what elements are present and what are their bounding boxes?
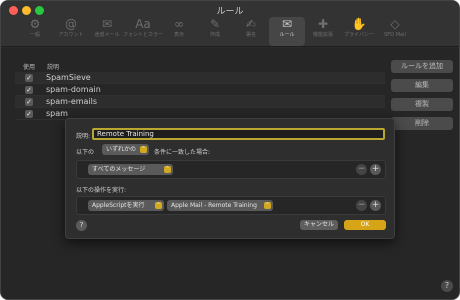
toolbar-item-font[interactable]: Aa フォントとカラー — [123, 17, 164, 46]
rules-list: ✓ SpamSieve ✓ spam-domain ✓ spam-emails ✓ spam — [15, 72, 385, 120]
toolbar-item-rules[interactable]: ✉ ルール — [269, 17, 305, 46]
rules-icon: ✉ — [281, 17, 293, 31]
action-type-select-value: AppleScriptを実行 — [92, 202, 145, 209]
edit-rule-button[interactable]: 編集 — [391, 79, 453, 92]
toolbar-item-label: ルール — [279, 32, 295, 38]
toolbar-item-glasses[interactable]: ∞ 表示 — [161, 17, 197, 46]
condition-suffix-label: 条件に一致した場合: — [154, 149, 211, 156]
condition-select-value: すべてのメッセージ — [92, 166, 146, 173]
actions-box: AppleScriptを実行 ⌃ Apple Mail - Remote Tra… — [76, 196, 386, 215]
cancel-button[interactable]: キャンセル — [300, 220, 338, 230]
glasses-icon: ∞ — [174, 17, 184, 31]
action-type-select[interactable]: AppleScriptを実行 ⌃ — [88, 200, 164, 211]
titlebar: ルール ⚙ 一般 @ アカウント ✉ 迷惑メール Aa フォントとカラー ∞ 表示 ✎ 作成 ✍ 署名 ✉ ル… — [1, 1, 459, 47]
preferences-toolbar: ⚙ 一般 @ アカウント ✉ 迷惑メール Aa フォントとカラー ∞ 表示 ✎ 作成 ✍ 署名 ✉ ルール ✚ 機… — [17, 17, 413, 47]
remove-rule-button[interactable]: 削除 — [391, 117, 453, 130]
any-all-select[interactable]: いずれかの ⌃ — [102, 144, 149, 155]
privacy-icon: ✋ — [351, 17, 367, 31]
condition-prefix-label: 以下の — [76, 149, 95, 156]
rule-name: spam-emails — [46, 97, 98, 106]
toolbar-item-compose[interactable]: ✎ 作成 — [197, 17, 233, 46]
toolbar-item-label: 一般 — [29, 32, 40, 38]
any-all-select-value: いずれかの — [106, 146, 137, 153]
toolbar-item-signature[interactable]: ✍ 署名 — [233, 17, 269, 46]
add-rule-button[interactable]: ルールを追加 — [391, 60, 453, 73]
rule-row[interactable]: ✓ spam-emails — [15, 96, 385, 108]
toolbar-item-label: SFO Mail — [384, 32, 406, 38]
toolbar-item-label: フォントとカラー — [123, 32, 164, 38]
toolbar-item-label: 署名 — [245, 32, 256, 38]
toolbar-item-at[interactable]: @ アカウント — [53, 17, 89, 46]
rule-editor-sheet: 説明: 以下の いずれかの ⌃ 条件に一致した場合: すべてのメッセージ ⌃ −… — [65, 118, 395, 239]
help-button[interactable]: ? — [441, 280, 453, 292]
duplicate-rule-button[interactable]: 複製 — [391, 98, 453, 111]
rule-enabled-checkbox[interactable]: ✓ — [25, 109, 33, 118]
toolbar-item-label: アカウント — [58, 32, 84, 38]
rule-name: spam-domain — [46, 85, 101, 94]
rule-enabled-checkbox[interactable]: ✓ — [25, 73, 33, 82]
add-action-button[interactable]: + — [370, 200, 381, 211]
script-select-value: Apple Mail - Remote Training — [171, 202, 257, 209]
font-icon: Aa — [135, 17, 151, 31]
junk-mail-icon: ✉ — [101, 17, 113, 31]
remove-condition-button[interactable]: − — [356, 164, 367, 175]
chevron-updown-icon: ⌃ — [155, 202, 162, 209]
toolbar-item-junk-mail[interactable]: ✉ 迷惑メール — [89, 17, 125, 46]
toolbar-item-privacy[interactable]: ✋ プライバシー — [341, 17, 377, 46]
sheet-help-button[interactable]: ? — [76, 220, 87, 231]
description-field[interactable] — [92, 128, 385, 140]
window-title: ルール — [216, 7, 244, 17]
rule-enabled-checkbox[interactable]: ✓ — [25, 85, 33, 94]
sfo-mail-icon: ◇ — [390, 17, 400, 31]
condition-select[interactable]: すべてのメッセージ ⌃ — [88, 164, 173, 175]
at-icon: @ — [65, 17, 77, 31]
rule-enabled-checkbox[interactable]: ✓ — [25, 97, 33, 106]
toolbar-item-label: 迷惑メール — [94, 32, 120, 38]
conditions-box: すべてのメッセージ ⌃ − + — [76, 160, 386, 179]
column-header-description[interactable]: 説明 — [47, 62, 59, 71]
actions-label: 以下の操作を実行: — [76, 187, 127, 194]
chevron-updown-icon: ⌃ — [164, 166, 171, 173]
rule-row[interactable]: ✓ spam-domain — [15, 84, 385, 96]
toolbar-item-sfo-mail[interactable]: ◇ SFO Mail — [377, 17, 413, 46]
column-header-use[interactable]: 使用 — [23, 62, 35, 71]
remove-action-button[interactable]: − — [356, 200, 367, 211]
script-select[interactable]: Apple Mail - Remote Training ⌃ — [167, 200, 273, 211]
toolbar-item-label: 表示 — [173, 32, 184, 38]
compose-icon: ✎ — [209, 17, 221, 31]
add-condition-button[interactable]: + — [370, 164, 381, 175]
mail-preferences-window: ルール ⚙ 一般 @ アカウント ✉ 迷惑メール Aa フォントとカラー ∞ 表示 ✎ 作成 ✍ 署名 ✉ ル… — [0, 0, 460, 300]
rule-name: SpamSieve — [46, 73, 91, 82]
toolbar-item-label: 作成 — [209, 32, 220, 38]
toolbar-item-label: プライバシー — [344, 32, 374, 38]
signature-icon: ✍ — [245, 17, 257, 31]
ok-button[interactable]: OK — [344, 220, 386, 230]
description-label: 説明: — [76, 133, 91, 140]
gear-icon: ⚙ — [29, 17, 41, 31]
toolbar-item-label: 機能拡張 — [312, 32, 333, 38]
extensions-icon: ✚ — [317, 17, 329, 31]
toolbar-item-gear[interactable]: ⚙ 一般 — [17, 17, 53, 46]
rule-row[interactable]: ✓ SpamSieve — [15, 72, 385, 84]
chevron-updown-icon: ⌃ — [140, 146, 147, 153]
chevron-updown-icon: ⌃ — [264, 202, 271, 209]
toolbar-item-extensions[interactable]: ✚ 機能拡張 — [305, 17, 341, 46]
rule-name: spam — [46, 109, 68, 118]
